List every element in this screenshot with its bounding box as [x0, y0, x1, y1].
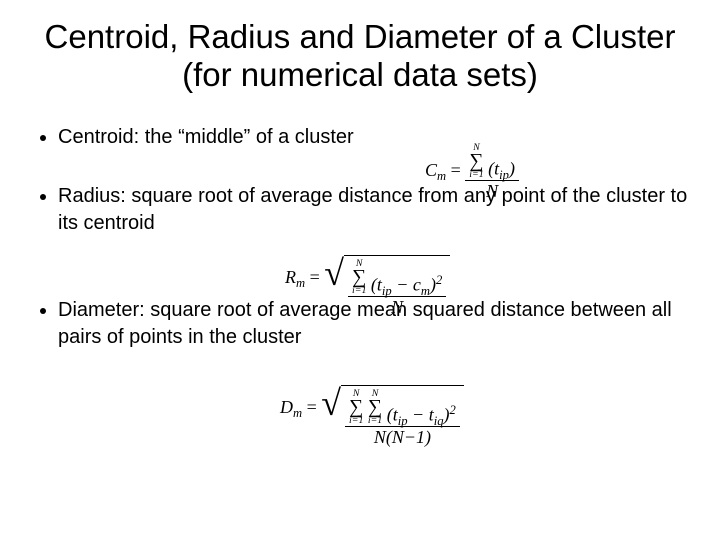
term-sub1: ip [398, 414, 408, 428]
term: (t [387, 405, 398, 425]
sigma1-top: N [349, 390, 363, 399]
bullet-list: Centroid: the “middle” of a cluster Radi… [30, 124, 690, 351]
bullet-centroid: Centroid: the “middle” of a cluster [58, 124, 690, 151]
lhs-symbol: D [280, 397, 293, 417]
formula-diameter: Dm = √ N ∑ i=1 N ∑ i=1 (tip − tiq)2 [280, 385, 464, 448]
denominator: N(N−1) [345, 427, 460, 448]
bullet-radius: Radius: square root of average distance … [58, 183, 690, 237]
sigma2-bot: i=1 [368, 417, 382, 426]
slide-title: Centroid, Radius and Diameter of a Clust… [30, 18, 690, 94]
lhs-sub: m [293, 406, 302, 420]
term3: ) [444, 405, 450, 425]
sigma-icon: ∑ [349, 396, 363, 418]
exp: 2 [450, 403, 456, 417]
sigma2-top: N [368, 390, 382, 399]
term2: − t [408, 405, 434, 425]
sigma-icon: ∑ [368, 396, 382, 418]
sigma1-bot: i=1 [349, 417, 363, 426]
bullet-diameter: Diameter: square root of average mean sq… [58, 297, 690, 351]
sqrt-icon: √ [321, 387, 341, 419]
term-sub2: iq [434, 414, 444, 428]
